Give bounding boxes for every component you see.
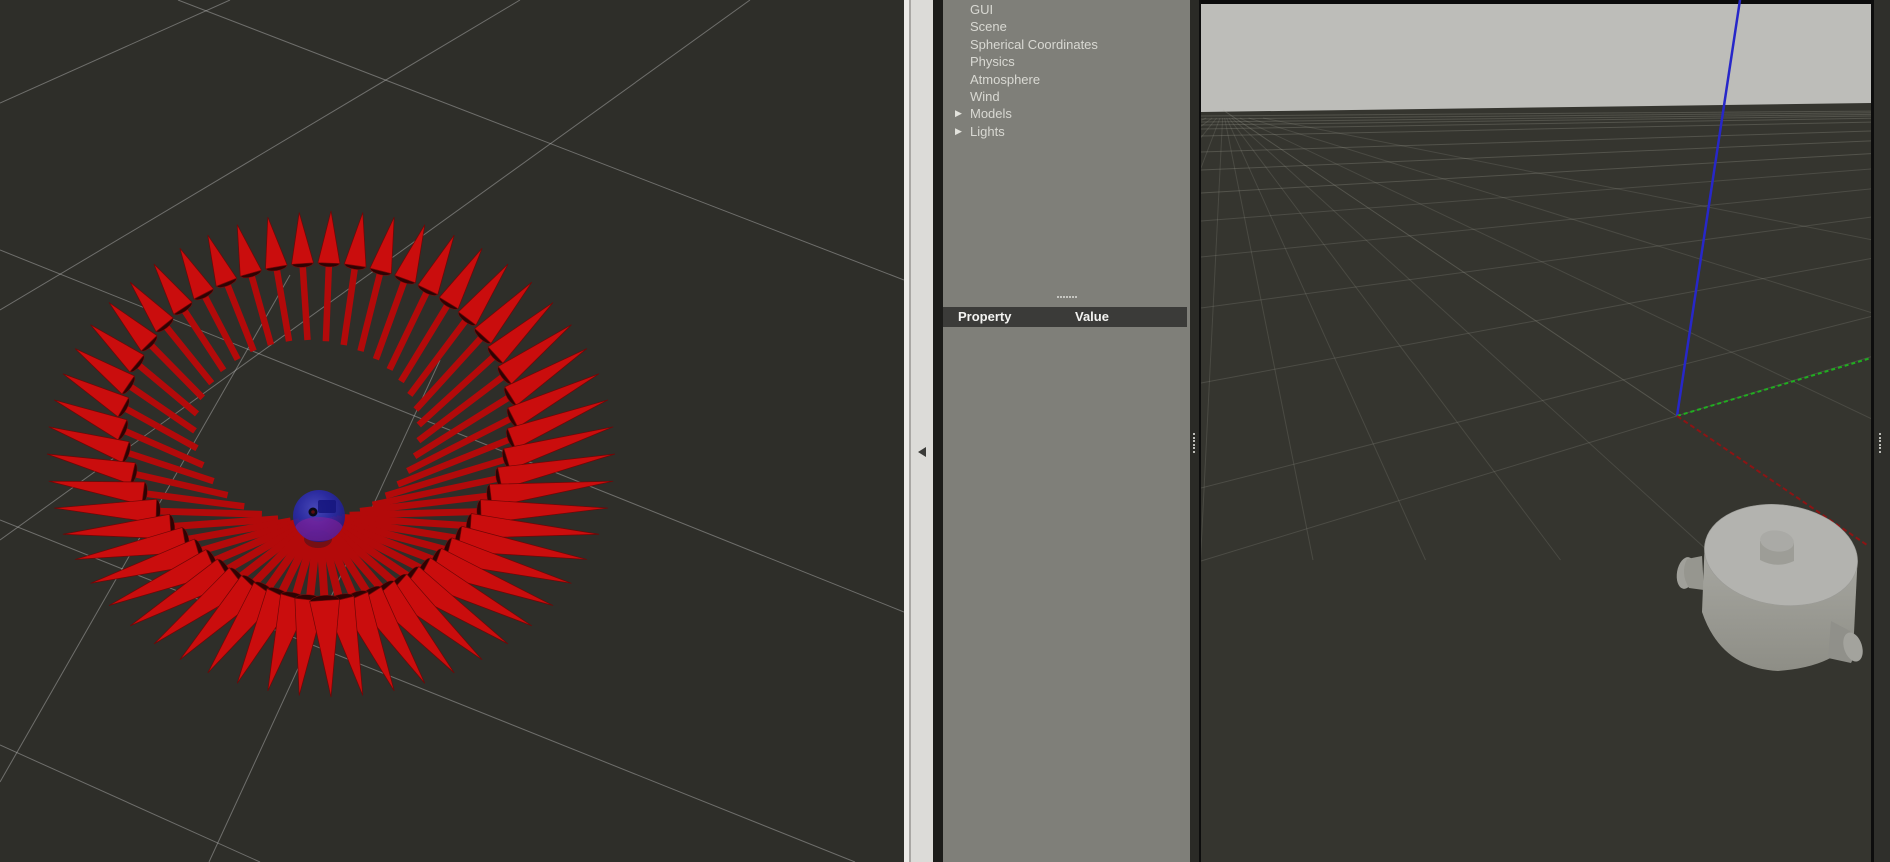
tree-item-label: Atmosphere: [970, 72, 1040, 87]
expand-arrow-icon[interactable]: ▶: [955, 123, 962, 140]
divider-grip-icon[interactable]: [1879, 433, 1881, 453]
divider-grip-icon[interactable]: [1193, 433, 1195, 453]
world-scene: [1201, 0, 1871, 862]
tree-item-label: Physics: [970, 54, 1015, 69]
tree-item-label: Wind: [970, 89, 1000, 104]
splitter-groove: [904, 0, 911, 862]
panel-divider[interactable]: [1190, 0, 1201, 862]
panel-border: [933, 0, 943, 862]
property-column-header[interactable]: Property: [958, 307, 1011, 327]
tree-item-atmosphere[interactable]: Atmosphere: [943, 71, 1190, 88]
expand-arrow-icon[interactable]: ▶: [955, 105, 962, 122]
arrow-ring-visualization: [0, 0, 904, 862]
world-tree: GUI Scene Spherical Coordinates Physics Atmo…: [943, 1, 1190, 140]
tree-item-label: Scene: [970, 19, 1007, 34]
collapse-left-icon[interactable]: [918, 447, 926, 457]
property-table-header: Property Value: [943, 307, 1187, 327]
right-edge-splitter[interactable]: [1871, 0, 1890, 862]
tree-item-label: Lights: [970, 124, 1005, 139]
right-3d-viewport[interactable]: [1201, 0, 1871, 862]
gazebo-window: GUI Scene Spherical Coordinates Physics Atmo…: [0, 0, 1890, 862]
tree-item-gui[interactable]: GUI: [943, 1, 1190, 18]
tree-item-label: Spherical Coordinates: [970, 37, 1098, 52]
tree-item-scene[interactable]: Scene: [943, 18, 1190, 35]
property-splitter-handle[interactable]: [943, 296, 1190, 298]
left-3d-viewport[interactable]: [0, 0, 904, 862]
tree-item-models[interactable]: ▶ Models: [943, 105, 1190, 122]
tree-item-physics[interactable]: Physics: [943, 53, 1190, 70]
world-tree-panel: GUI Scene Spherical Coordinates Physics Atmo…: [943, 0, 1190, 862]
tree-item-label: Models: [970, 106, 1012, 121]
tree-item-label: GUI: [970, 2, 993, 17]
tree-item-wind[interactable]: Wind: [943, 88, 1190, 105]
value-column-header[interactable]: Value: [1075, 307, 1109, 327]
viewport-splitter[interactable]: [904, 0, 933, 862]
tree-item-spherical-coordinates[interactable]: Spherical Coordinates: [943, 36, 1190, 53]
tree-item-lights[interactable]: ▶ Lights: [943, 123, 1190, 140]
